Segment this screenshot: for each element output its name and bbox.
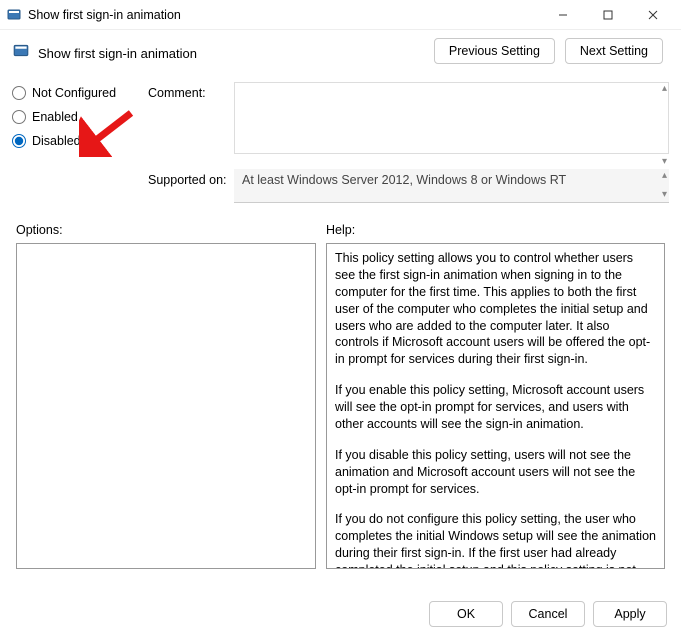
close-button[interactable] — [630, 1, 675, 29]
radio-enabled[interactable]: Enabled — [12, 110, 142, 124]
help-paragraph: If you enable this policy setting, Micro… — [335, 382, 656, 433]
radio-disabled-input[interactable] — [12, 134, 26, 148]
help-paragraph: If you do not configure this policy sett… — [335, 511, 656, 569]
help-paragraph: If you disable this policy setting, user… — [335, 447, 656, 498]
radio-label: Disabled — [32, 134, 81, 148]
radio-label: Enabled — [32, 110, 78, 124]
state-radios: Not Configured Enabled Disabled — [12, 82, 142, 169]
supported-on-field: At least Windows Server 2012, Windows 8 … — [234, 169, 669, 203]
radio-enabled-input[interactable] — [12, 110, 26, 124]
policy-icon — [12, 42, 30, 60]
radio-label: Not Configured — [32, 86, 116, 100]
comment-label: Comment: — [148, 86, 228, 114]
radio-disabled[interactable]: Disabled — [12, 134, 142, 148]
ok-button[interactable]: OK — [429, 601, 503, 627]
policy-title: Show first sign-in animation — [38, 42, 434, 61]
help-paragraph: This policy setting allows you to contro… — [335, 250, 656, 368]
options-label: Options: — [16, 223, 316, 237]
titlebar: Show first sign-in animation — [0, 0, 681, 30]
help-label: Help: — [326, 223, 665, 237]
minimize-button[interactable] — [540, 1, 585, 29]
comment-textarea[interactable] — [234, 82, 669, 154]
scroll-down-icon[interactable]: ▾ — [662, 190, 667, 200]
radio-not-configured-input[interactable] — [12, 86, 26, 100]
options-box — [16, 243, 316, 569]
previous-setting-button[interactable]: Previous Setting — [434, 38, 555, 64]
next-setting-button[interactable]: Next Setting — [565, 38, 663, 64]
cancel-button[interactable]: Cancel — [511, 601, 585, 627]
scroll-down-icon[interactable]: ▾ — [662, 157, 667, 167]
supported-on-text: At least Windows Server 2012, Windows 8 … — [242, 173, 566, 187]
apply-button[interactable]: Apply — [593, 601, 667, 627]
dialog-buttons: OK Cancel Apply — [429, 601, 667, 627]
scroll-up-icon[interactable]: ▴ — [662, 171, 667, 181]
supported-label: Supported on: — [148, 169, 228, 203]
help-box[interactable]: This policy setting allows you to contro… — [326, 243, 665, 569]
policy-icon — [6, 7, 22, 23]
radio-not-configured[interactable]: Not Configured — [12, 86, 142, 100]
scroll-up-icon[interactable]: ▴ — [662, 84, 667, 94]
maximize-button[interactable] — [585, 1, 630, 29]
window-title: Show first sign-in animation — [28, 8, 540, 22]
header-row: Show first sign-in animation Previous Se… — [12, 38, 669, 64]
